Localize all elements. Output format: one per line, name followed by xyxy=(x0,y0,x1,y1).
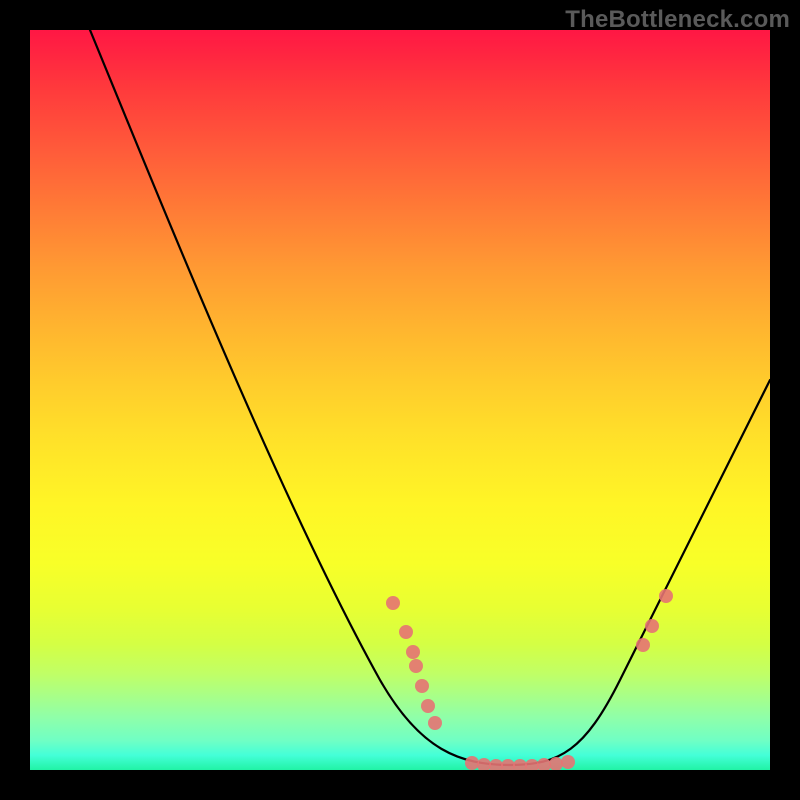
dot-valley-4 xyxy=(513,759,527,770)
plot-area xyxy=(30,30,770,770)
dot-valley-8 xyxy=(561,755,575,769)
dot-left-6 xyxy=(428,716,442,730)
dot-left-2 xyxy=(406,645,420,659)
dot-right-2 xyxy=(659,589,673,603)
watermark-text: TheBottleneck.com xyxy=(565,6,790,34)
dots-group xyxy=(386,589,673,770)
curve-svg xyxy=(30,30,770,770)
dot-left-4 xyxy=(415,679,429,693)
dot-valley-0 xyxy=(465,756,479,770)
dot-right-0 xyxy=(636,638,650,652)
chart-container: TheBottleneck.com xyxy=(0,0,800,800)
bottleneck-curve xyxy=(90,30,770,765)
dot-valley-5 xyxy=(525,759,539,770)
dot-valley-3 xyxy=(501,759,515,770)
dot-left-1 xyxy=(399,625,413,639)
dot-left-5 xyxy=(421,699,435,713)
dot-left-0 xyxy=(386,596,400,610)
dot-left-3 xyxy=(409,659,423,673)
dot-valley-1 xyxy=(477,758,491,770)
dot-valley-2 xyxy=(489,759,503,770)
dot-right-1 xyxy=(645,619,659,633)
